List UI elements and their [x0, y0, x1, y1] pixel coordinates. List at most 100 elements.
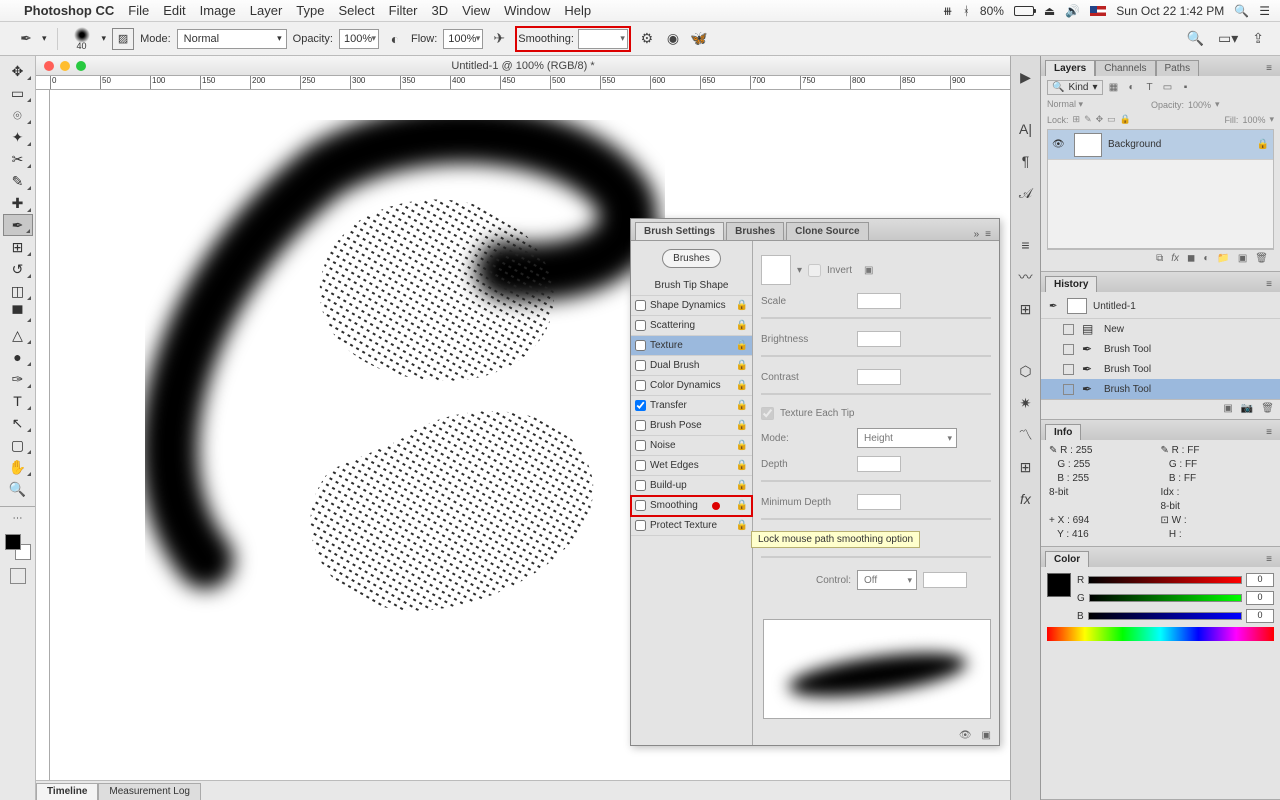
brush-option-protect-texture[interactable]: Protect Texture🔒 [631, 516, 752, 536]
checkbox[interactable] [635, 440, 646, 451]
tab-brush-settings[interactable]: Brush Settings [635, 222, 724, 240]
ruler-vertical[interactable] [36, 90, 50, 782]
paragraph-panel-icon[interactable]: ¶ [1015, 150, 1037, 172]
type-tool[interactable]: T [3, 390, 33, 412]
shape-tool[interactable]: ▢ [3, 434, 33, 456]
brushes-icon[interactable]: 〰 [1015, 266, 1037, 288]
foreground-color[interactable] [1047, 573, 1071, 597]
filter-smart-icon[interactable]: ▪ [1179, 81, 1193, 95]
color-spectrum[interactable] [1047, 627, 1274, 641]
checkbox[interactable] [635, 380, 646, 391]
layer-opacity-value[interactable]: 100% [1188, 100, 1211, 110]
volume-icon[interactable]: 🔊 [1065, 4, 1080, 18]
checkbox[interactable] [635, 520, 646, 531]
opacity-input[interactable]: 100% [339, 29, 379, 49]
menu-layer[interactable]: Layer [250, 3, 283, 18]
hand-tool[interactable]: ✋ [3, 456, 33, 478]
play-icon[interactable]: ▶ [1015, 66, 1037, 88]
eraser-tool[interactable]: ◫ [3, 280, 33, 302]
min-depth-value[interactable] [857, 494, 901, 510]
layer-mask-icon[interactable]: ◼ [1187, 253, 1195, 264]
preview-toggle-icon[interactable]: 👁 [959, 730, 972, 741]
lighting-icon[interactable]: ✷ [1015, 392, 1037, 414]
notifications-icon[interactable]: ☰ [1259, 4, 1270, 18]
brush-option-color-dynamics[interactable]: Color Dynamics🔒 [631, 376, 752, 396]
lock-icon[interactable]: 🔒 [736, 520, 748, 531]
stamp-tool[interactable]: ⊞ [3, 236, 33, 258]
character-panel-icon[interactable]: A| [1015, 118, 1037, 140]
tab-paths[interactable]: Paths [1156, 60, 1200, 76]
lock-position-icon[interactable]: ✥ [1096, 114, 1104, 125]
brush-panel-toggle-icon[interactable]: ▨ [112, 28, 134, 50]
tab-info[interactable]: Info [1045, 424, 1081, 440]
size-pressure-icon[interactable]: ◉ [663, 29, 683, 49]
layer-filter-kind[interactable]: 🔍 Kind ▾ [1047, 80, 1103, 95]
menu-type[interactable]: Type [296, 3, 324, 18]
tab-clone-source[interactable]: Clone Source [786, 222, 868, 240]
checkbox[interactable] [635, 300, 646, 311]
document-titlebar[interactable]: Untitled-1 @ 100% (RGB/8) * [36, 56, 1010, 76]
crop-tool[interactable]: ✂ [3, 148, 33, 170]
control-select[interactable]: Off [857, 570, 917, 590]
quickmask-icon[interactable] [10, 568, 26, 584]
slider-r[interactable] [1088, 576, 1242, 584]
smoothing-input[interactable] [578, 29, 628, 49]
checkbox[interactable] [635, 400, 646, 411]
battery-icon[interactable] [1014, 6, 1034, 16]
lock-icon[interactable]: 🔒 [736, 420, 748, 431]
menu-window[interactable]: Window [504, 3, 550, 18]
layer-item-background[interactable]: 👁 Background 🔒 [1048, 130, 1273, 160]
tab-history[interactable]: History [1045, 276, 1097, 292]
panel-menu-icon[interactable]: ≡ [1262, 552, 1276, 567]
filter-shape-icon[interactable]: ▭ [1161, 81, 1175, 95]
blend-mode-select[interactable]: Normal [177, 29, 287, 49]
value-r[interactable]: 0 [1246, 573, 1274, 587]
adjustment-layer-icon[interactable]: ◐ [1203, 253, 1209, 264]
value-b[interactable]: 0 [1246, 609, 1274, 623]
history-item[interactable]: ✒Brush Tool [1041, 339, 1280, 359]
opacity-pressure-icon[interactable]: ◐ [385, 29, 405, 49]
lock-icon[interactable]: 🔒 [736, 500, 748, 511]
filter-adjust-icon[interactable]: ◐ [1125, 81, 1139, 95]
checkbox[interactable] [635, 360, 646, 371]
link-layers-icon[interactable]: ⧉ [1156, 253, 1163, 264]
menu-filter[interactable]: Filter [389, 3, 418, 18]
brush-option-texture[interactable]: Texture🔒 [631, 336, 752, 356]
3d-panel-icon[interactable]: ⬡ [1015, 360, 1037, 382]
menu-image[interactable]: Image [200, 3, 236, 18]
brush-tool-icon[interactable]: ✒ [16, 29, 36, 49]
traffic-lights[interactable] [44, 61, 86, 71]
brush-option-smoothing[interactable]: Smoothing🔒 [631, 496, 752, 516]
contrast-value[interactable] [857, 369, 901, 385]
scale-value[interactable] [857, 293, 901, 309]
menu-file[interactable]: File [128, 3, 149, 18]
symmetry-icon[interactable]: 🦋 [689, 29, 709, 49]
texture-each-tip-checkbox[interactable] [761, 407, 774, 420]
visibility-icon[interactable]: 👁 [1052, 139, 1068, 150]
history-brush-tool[interactable]: ↺ [3, 258, 33, 280]
checkbox[interactable] [635, 500, 646, 511]
share-icon[interactable]: ⇪ [1252, 30, 1264, 47]
lock-pixels-icon[interactable]: ✎ [1084, 114, 1092, 125]
blend-mode-layers[interactable]: Normal ▾ [1047, 99, 1147, 110]
marquee-tool[interactable]: ▭ [3, 82, 33, 104]
filter-type-icon[interactable]: T [1143, 81, 1157, 95]
lock-icon[interactable]: 🔒 [736, 320, 748, 331]
menu-3d[interactable]: 3D [432, 3, 449, 18]
brush-option-brush-pose[interactable]: Brush Pose🔒 [631, 416, 752, 436]
texture-swatch[interactable] [761, 255, 791, 285]
bluetooth-icon[interactable]: ᚼ [963, 4, 970, 18]
menu-select[interactable]: Select [338, 3, 374, 18]
slider-g[interactable] [1089, 594, 1242, 602]
spotlight-icon[interactable]: 🔍 [1234, 4, 1249, 18]
depth-value[interactable] [857, 456, 901, 472]
lock-icon[interactable]: 🔒 [736, 400, 748, 411]
pen-tool[interactable]: ✑ [3, 368, 33, 390]
gradient-tool[interactable]: ▀ [3, 302, 33, 324]
flow-input[interactable]: 100% [443, 29, 483, 49]
layer-fx-icon[interactable]: fx [1171, 253, 1179, 264]
smoothing-options-icon[interactable]: ⚙ [637, 29, 657, 49]
invert-checkbox[interactable] [808, 264, 821, 277]
clone-source-icon[interactable]: ⊞ [1015, 298, 1037, 320]
brightness-value[interactable] [857, 331, 901, 347]
